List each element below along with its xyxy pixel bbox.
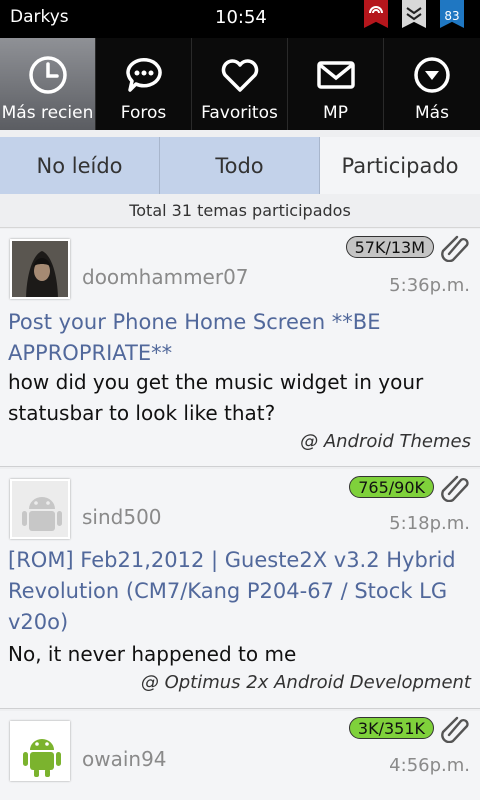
nav-item-messages[interactable]: MP [288,38,384,130]
topic-username[interactable]: doomhammer07 [82,265,249,289]
topic-item[interactable]: 3K/351K owain94 4:56p.m. [0,711,480,800]
nav-item-forums[interactable]: Foros [96,38,192,130]
paperclip-icon [441,716,469,743]
avatar[interactable] [10,721,70,781]
nav-item-more[interactable]: Más [384,38,480,130]
filter-tabs: No leído Todo Participado [0,137,480,194]
topic-snippet: No, it never happened to me [8,642,297,666]
clock: 10:54 [215,7,267,28]
topic-time: 5:36p.m. [389,275,470,296]
avatar[interactable] [10,239,70,299]
topic-username[interactable]: sind500 [82,505,162,529]
topic-item[interactable]: 765/90K sind500 5:18p.m. [ROM] Feb21,201… [0,469,480,709]
nav-label: MP [323,103,348,123]
topic-snippet: how did you get the music widget in your… [8,370,424,425]
chevron-down-circle-icon [414,57,450,93]
topic-stats-badge: 765/90K [349,476,434,498]
notification-icon [364,0,388,28]
nav-item-recent[interactable]: Más recien [0,38,96,130]
tab-participated[interactable]: Participado [320,137,480,194]
topic-title[interactable]: [ROM] Feb21,2012 | Gueste2X v3.2 Hybrid … [8,545,473,638]
app-name: Darkys [10,7,69,27]
topic-stats-badge: 57K/13M [345,236,434,258]
clock-icon [28,56,67,94]
nav-label: Favoritos [201,103,278,123]
tab-unread[interactable]: No leído [0,137,160,194]
tab-all[interactable]: Todo [160,137,320,194]
status-bar: Darkys 10:54 83 [0,0,480,38]
topic-stats-badge: 3K/351K [348,717,434,739]
topic-time: 5:18p.m. [389,513,470,534]
topic-forum[interactable]: @ Optimus 2x Android Development [141,672,471,693]
topic-title[interactable]: Post your Phone Home Screen **BE APPROPR… [8,307,473,369]
nav-label: Más [415,103,449,123]
nav-item-favorites[interactable]: Favoritos [192,38,288,130]
paperclip-icon [441,475,469,502]
topic-time: 4:56p.m. [389,755,470,776]
notification-icon [402,0,426,28]
envelope-icon [316,61,355,89]
nav-label: Foros [120,103,167,123]
avatar[interactable] [10,479,70,539]
nav-label: Más recien [1,103,94,123]
chat-bubble-icon [125,57,162,92]
paperclip-icon [441,235,469,262]
main-navbar: Más recien Foros Favoritos MP Más [0,38,480,130]
topics-summary: Total 31 temas participados [0,194,480,228]
topic-username[interactable]: owain94 [82,747,167,771]
heart-icon [221,59,258,92]
topic-item[interactable]: 57K/13M doomhammer07 5:36p.m. Post your … [0,229,480,467]
notification-count-badge: 83 [440,0,464,28]
topic-forum[interactable]: @ Android Themes [300,431,471,452]
